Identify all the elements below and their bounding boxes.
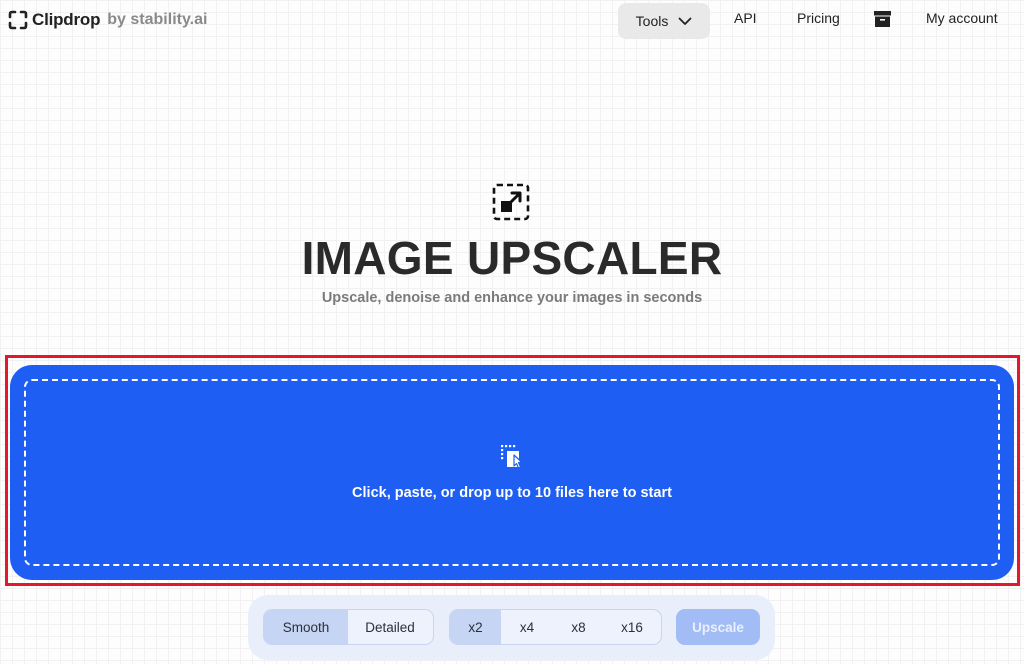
logo-text: Clipdrop [32,10,101,29]
scale-x16-button[interactable]: x16 [604,610,660,644]
mode-toggle-group: Smooth Detailed [263,609,434,645]
logo-subtext: by stability.ai [107,11,208,28]
scale-x2-button[interactable]: x2 [450,610,501,644]
archive-icon[interactable] [874,11,891,27]
top-navigation-bar: Clipdrop by stability.ai Tools API Prici… [0,0,1024,42]
tools-label: Tools [635,13,669,29]
scale-x8-button[interactable]: x8 [553,610,604,644]
upscale-icon [492,183,530,221]
nav-pricing-link[interactable]: Pricing [797,10,840,26]
clipdrop-logo[interactable]: Clipdrop by stability.ai [8,10,207,30]
upscale-controls-panel: Smooth Detailed x2 x4 x8 x16 Upscale [248,595,775,660]
scale-x4-button[interactable]: x4 [501,610,553,644]
mode-detailed-button[interactable]: Detailed [348,610,432,644]
mode-smooth-button[interactable]: Smooth [264,610,348,644]
chevron-down-icon [678,17,692,25]
scale-toggle-group: x2 x4 x8 x16 [449,609,662,645]
drop-files-icon [501,445,523,469]
tools-menu-button[interactable]: Tools [618,3,710,39]
upscale-button[interactable]: Upscale [676,609,760,645]
dropzone-instructions: Click, paste, or drop up to 10 files her… [352,485,672,501]
file-dropzone[interactable]: Click, paste, or drop up to 10 files her… [10,365,1014,580]
nav-api-link[interactable]: API [734,10,757,26]
clipdrop-logo-icon [8,10,28,30]
page-subtitle: Upscale, denoise and enhance your images… [321,290,703,306]
page-title: IMAGE UPSCALER [301,232,723,284]
dropzone-dashed-border [24,379,1000,566]
nav-my-account-link[interactable]: My account [926,10,998,26]
